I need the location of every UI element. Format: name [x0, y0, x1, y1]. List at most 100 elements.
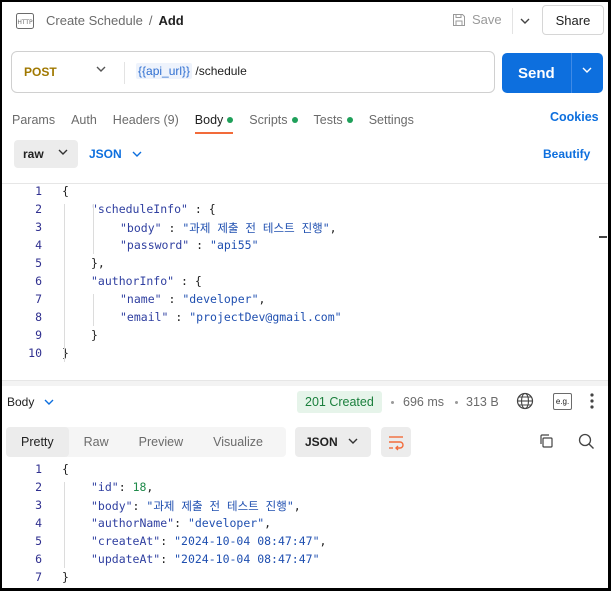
code-token: "2024-10-04 08:47:47" [174, 552, 320, 566]
tab-auth[interactable]: Auth [71, 109, 97, 131]
code-text: "body": "과제 제출 전 테스트 진행", [91, 498, 301, 514]
code-token: , [264, 516, 272, 530]
body-format-select[interactable]: JSON [89, 147, 142, 161]
code-token: "projectDev@gmail.com" [189, 310, 342, 324]
code-token: }, [91, 256, 105, 270]
tab-label: Settings [368, 113, 414, 127]
tab-label: Body [194, 113, 224, 127]
divider [571, 53, 572, 93]
code-text: "createAt": "2024-10-04 08:47:47", [91, 534, 326, 548]
beautify-button[interactable]: Beautify [543, 147, 590, 161]
scrollbar-handle[interactable] [599, 236, 607, 238]
code-line: 10} [2, 346, 608, 364]
copy-icon[interactable] [538, 433, 554, 449]
tab-scripts[interactable]: Scripts [249, 109, 298, 131]
status-badge[interactable]: 201 Created [297, 391, 382, 413]
chevron-down-icon [132, 151, 142, 157]
code-token: "createAt" [91, 534, 161, 548]
response-size[interactable]: 313 B [466, 395, 499, 409]
code-token: "과제 제출 전 테스트 진행" [146, 499, 294, 513]
code-token: "과제 제출 전 테스트 진행" [182, 221, 330, 235]
line-number: 7 [35, 570, 42, 584]
line-number: 8 [35, 310, 42, 324]
code-text: } [91, 328, 98, 342]
code-token: "body" [120, 221, 162, 235]
indent-guide [64, 204, 65, 362]
globe-icon[interactable] [516, 392, 534, 410]
wrap-lines-icon [389, 436, 404, 451]
code-line: 9} [2, 328, 608, 346]
tab-label: Headers (9) [112, 113, 179, 127]
code-text: } [62, 570, 69, 584]
more-options-icon[interactable] [590, 392, 594, 410]
send-button[interactable]: Send [502, 53, 603, 93]
breadcrumb: Create Schedule / Add [46, 13, 184, 28]
code-token: "authorName" [91, 516, 175, 530]
tab-tests[interactable]: Tests [314, 109, 353, 131]
code-token: "email" [120, 310, 169, 324]
tab-settings[interactable]: Settings [369, 109, 414, 131]
response-body-viewer[interactable]: 1{2 "id": 18, 3 "body": "과제 제출 전 테스트 진행", 4 "… [2, 462, 608, 588]
code-text: }, [91, 256, 105, 270]
save-options-button[interactable] [512, 8, 536, 34]
pane-divider[interactable] [2, 380, 608, 386]
code-token: : [160, 534, 175, 548]
tab-body[interactable]: Body [194, 109, 234, 134]
line-number: 3 [35, 498, 42, 512]
save-icon [453, 13, 465, 26]
breadcrumb-current[interactable]: Add [158, 13, 183, 28]
indent-guide [93, 294, 94, 326]
wrap-lines-button[interactable] [381, 427, 411, 457]
code-token: : [160, 552, 175, 566]
view-tab-raw[interactable]: Raw [69, 427, 124, 457]
header: HTTP Create Schedule / Add Save Share [2, 2, 608, 40]
line-number: 10 [28, 346, 42, 360]
search-icon[interactable] [578, 433, 595, 450]
status-dot [346, 117, 353, 123]
chevron-down-icon [348, 438, 358, 444]
save-example-icon[interactable]: e.g. [553, 393, 572, 410]
http-icon: HTTP [16, 13, 34, 29]
view-tab-preview[interactable]: Preview [124, 427, 198, 457]
view-tab-pretty[interactable]: Pretty [6, 427, 69, 457]
code-token: "body" [91, 499, 133, 513]
line-number: 4 [35, 516, 42, 530]
save-button[interactable]: Save [452, 12, 502, 27]
body-mode-select[interactable]: raw [14, 140, 78, 168]
share-button[interactable]: Share [542, 5, 604, 35]
response-format-label: JSON [305, 435, 338, 449]
url-input[interactable]: {{api_url}} /schedule [136, 63, 247, 79]
tab-headers-9[interactable]: Headers (9) [113, 109, 179, 131]
line-number: 5 [35, 256, 42, 270]
save-label: Save [472, 12, 502, 27]
view-tab-visualize[interactable]: Visualize [198, 427, 278, 457]
line-number: 1 [35, 184, 42, 198]
request-body-editor[interactable]: 1{2 "scheduleInfo" : {3 "body" : "과제 제출 전 … [2, 183, 608, 379]
line-number: 6 [35, 552, 42, 566]
url-path: /schedule [192, 64, 247, 78]
code-token: } [62, 570, 69, 584]
chevron-down-icon[interactable] [582, 67, 592, 73]
tab-params[interactable]: Params [12, 109, 55, 131]
indent-guide [93, 204, 94, 254]
code-token: : [161, 221, 183, 235]
line-number: 3 [35, 220, 42, 234]
code-text: "authorName": "developer", [91, 516, 271, 530]
line-number: 2 [35, 202, 42, 216]
code-token: "developer" [187, 516, 265, 530]
chevron-down-icon[interactable] [96, 66, 106, 72]
breadcrumb-parent[interactable]: Create Schedule [46, 13, 143, 28]
body-format-label: JSON [89, 147, 122, 161]
url-variable: {{api_url}} [136, 63, 193, 79]
code-token: "name" [120, 292, 162, 306]
code-token: : [161, 292, 183, 306]
method-select[interactable]: POST [24, 65, 57, 79]
response-format-select[interactable]: JSON [295, 427, 371, 457]
cookies-link[interactable]: Cookies [550, 110, 599, 124]
dot-separator [391, 401, 394, 404]
response-time[interactable]: 696 ms [403, 395, 444, 409]
response-body-select[interactable]: Body [7, 395, 54, 409]
breadcrumb-separator: / [148, 13, 153, 28]
indent-guide [64, 482, 65, 568]
code-token: "scheduleInfo" [91, 202, 188, 216]
